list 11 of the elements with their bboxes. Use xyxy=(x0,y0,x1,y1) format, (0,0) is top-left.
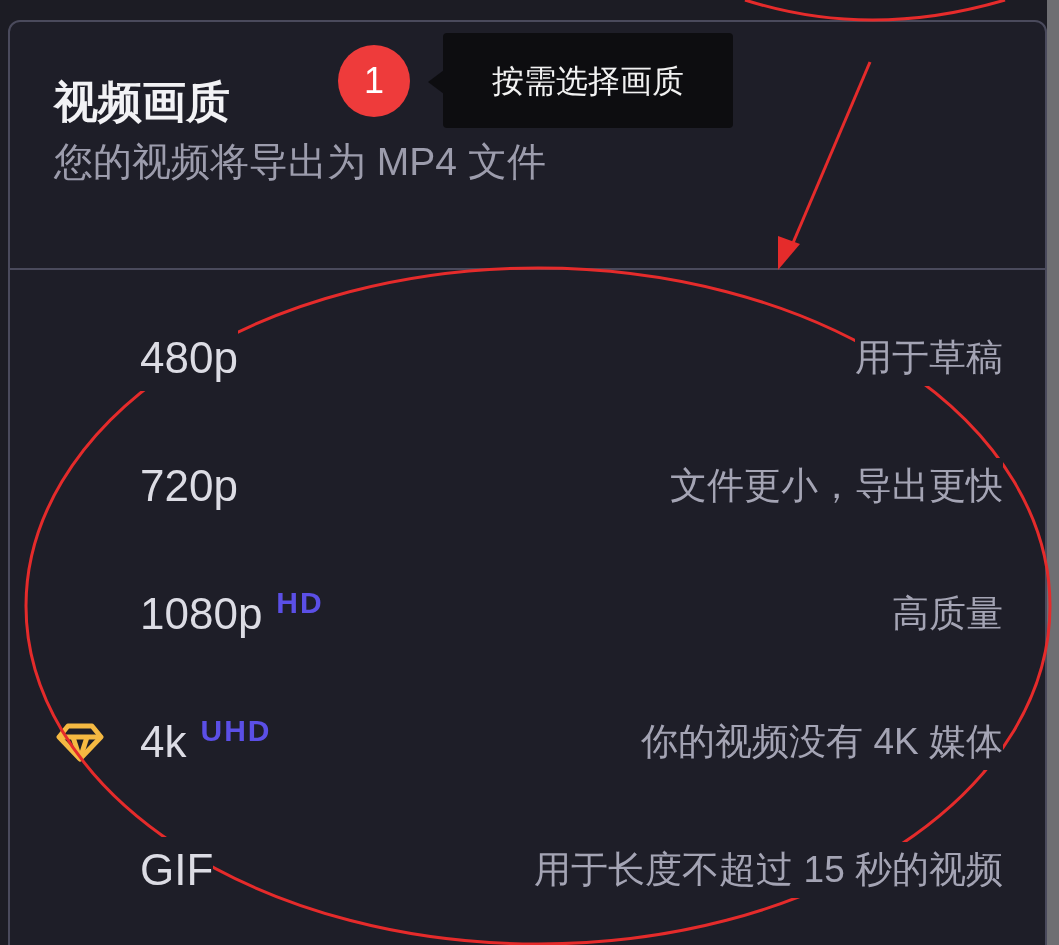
resolution-tag: UHD xyxy=(200,708,272,753)
quality-option[interactable]: 4k UHD 你的视频没有 4K 媒体 xyxy=(10,678,1045,806)
quality-option[interactable]: 720p 文件更小，导出更快 xyxy=(10,422,1045,550)
quality-option[interactable]: GIF 用于长度不超过 15 秒的视频 xyxy=(10,806,1045,934)
panel-subtitle: 您的视频将导出为 MP4 文件 xyxy=(54,138,547,185)
option-description: 用于长度不超过 15 秒的视频 xyxy=(534,842,1003,898)
resolution-tag: HD xyxy=(276,580,324,625)
tooltip: 按需选择画质 xyxy=(443,33,733,128)
quality-option[interactable]: 1080p HD 高质量 xyxy=(10,550,1045,678)
panel-title: 视频画质 xyxy=(54,76,230,128)
quality-option[interactable]: 480p 用于草稿 xyxy=(10,294,1045,422)
